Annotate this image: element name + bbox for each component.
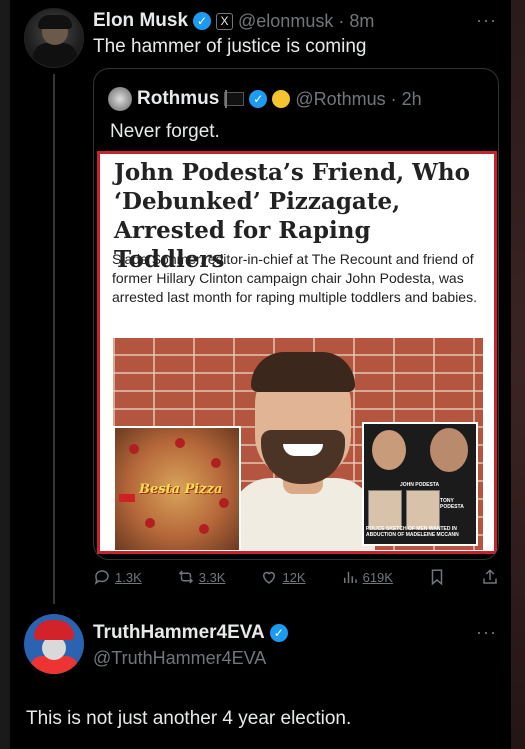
reply-count: 1.3K bbox=[115, 569, 142, 585]
share-icon bbox=[483, 569, 497, 584]
article-subtext: Slade Sohmer, editor-in-chief at The Rec… bbox=[112, 251, 477, 305]
verified-icon: ✓ bbox=[269, 624, 288, 642]
repost-count: 3.3K bbox=[198, 569, 226, 585]
left-edge bbox=[0, 0, 10, 749]
article-photo: Besta Pizza JOHN PODESTA TONY PODESTA PO… bbox=[113, 338, 483, 550]
inset-label: TONY PODESTA bbox=[440, 498, 464, 510]
inset-caption: POLICE SKETCH OF MEN WANTED IN ABDUCTION… bbox=[366, 526, 459, 538]
reply-text: This is not just another 4 year election… bbox=[26, 708, 352, 729]
quoted-post[interactable]: Rothmus ✓ @Rothmus · 2h Never forget. Jo… bbox=[93, 68, 499, 560]
post-header: Elon Musk ✓ X @elonmusk · 8m bbox=[93, 10, 495, 32]
quote-handle[interactable]: @Rothmus bbox=[295, 89, 385, 110]
reply-handle[interactable]: @TruthHammer4EVA bbox=[93, 648, 266, 669]
repost-button[interactable]: 3.3K bbox=[177, 568, 226, 586]
heart-icon bbox=[263, 571, 276, 584]
verified-icon: ✓ bbox=[249, 90, 268, 108]
author-handle[interactable]: @elonmusk bbox=[238, 11, 333, 32]
more-options-icon[interactable]: ··· bbox=[476, 622, 497, 643]
reply-icon bbox=[94, 570, 109, 585]
views-count: 619K bbox=[362, 569, 393, 585]
inset-photo: JOHN PODESTA TONY PODESTA POLICE SKETCH … bbox=[362, 422, 478, 546]
separator-dot: · bbox=[338, 10, 345, 31]
gold-badge-icon bbox=[272, 90, 291, 108]
post-text: The hammer of justice is coming bbox=[93, 36, 367, 57]
flag-icon bbox=[224, 90, 245, 108]
verified-icon: ✓ bbox=[193, 12, 212, 30]
quote-image[interactable]: John Podesta’s Friend, Who ‘Debunked’ Pi… bbox=[97, 151, 497, 554]
pizza-logo-icon bbox=[119, 484, 135, 502]
inset-label: JOHN PODESTA bbox=[400, 482, 440, 488]
like-button[interactable]: 12K bbox=[260, 568, 306, 586]
quote-header: Rothmus ✓ @Rothmus · 2h bbox=[108, 87, 422, 111]
reply-header: TruthHammer4EVA ✓ bbox=[93, 622, 288, 644]
bookmark-icon bbox=[431, 569, 443, 586]
right-edge bbox=[511, 0, 525, 749]
reply-author-name[interactable]: TruthHammer4EVA bbox=[93, 622, 265, 644]
more-options-icon[interactable]: ··· bbox=[476, 10, 497, 31]
quote-time[interactable]: 2h bbox=[402, 89, 422, 110]
reply-avatar[interactable] bbox=[24, 614, 84, 674]
views-button[interactable]: 619K bbox=[341, 568, 393, 586]
repost-icon bbox=[178, 570, 193, 584]
action-bar: 1.3K 3.3K 12K 619K bbox=[93, 566, 499, 588]
post-time[interactable]: 8m bbox=[349, 11, 374, 32]
thread-line bbox=[53, 74, 55, 604]
tweet-view: Elon Musk ✓ X @elonmusk · 8m ··· The ham… bbox=[0, 0, 525, 749]
separator-dot: · bbox=[390, 88, 397, 109]
quote-avatar[interactable] bbox=[108, 87, 132, 111]
quote-text: Never forget. bbox=[110, 121, 220, 142]
x-badge-icon: X bbox=[216, 12, 234, 30]
author-name[interactable]: Elon Musk bbox=[93, 10, 188, 32]
pizza-photo: Besta Pizza bbox=[113, 426, 241, 550]
pizza-label: Besta Pizza bbox=[139, 482, 223, 497]
views-icon bbox=[343, 571, 357, 583]
reply-button[interactable]: 1.3K bbox=[93, 568, 142, 586]
share-button[interactable] bbox=[481, 568, 499, 586]
quote-author-name[interactable]: Rothmus bbox=[137, 88, 219, 110]
avatar[interactable] bbox=[24, 8, 84, 68]
bookmark-button[interactable] bbox=[428, 568, 446, 586]
like-count: 12K bbox=[282, 569, 306, 585]
